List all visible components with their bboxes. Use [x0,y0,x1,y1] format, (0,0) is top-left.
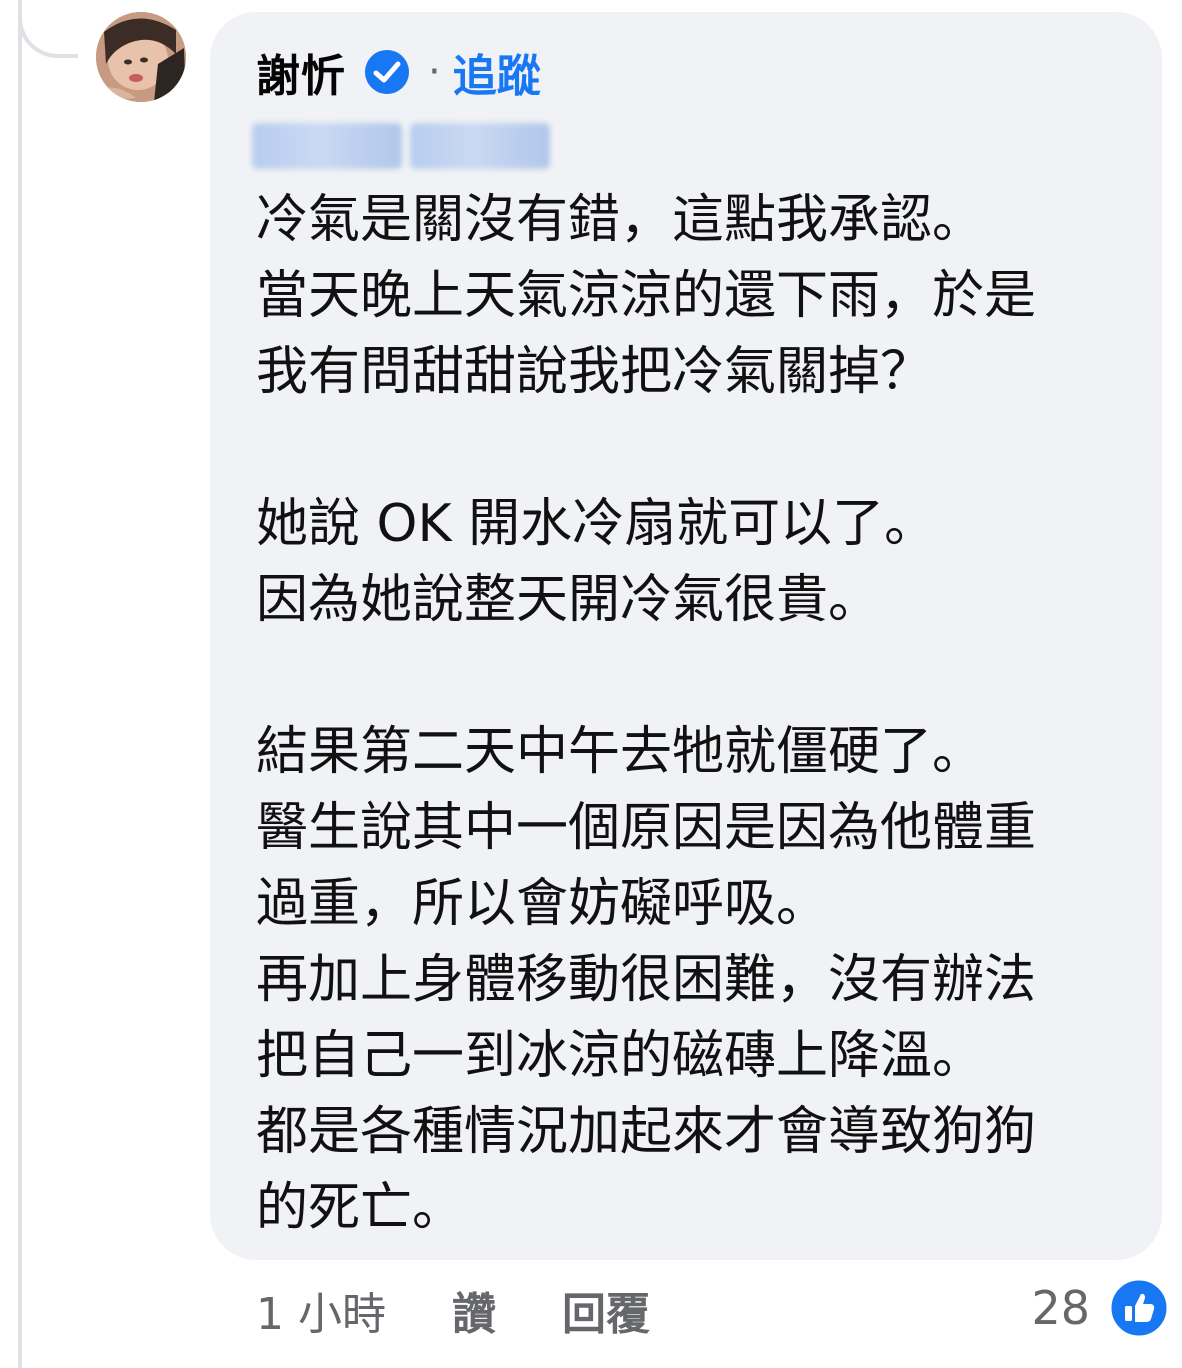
comment-line: 她說 OK 開水冷扇就可以了。 [256,494,937,554]
comment-line: 都是各種情況加起來才會導致狗狗 [256,1102,1037,1162]
comment-line: 過重，所以會妨礙呼吸。 [256,874,829,934]
thread-connector [18,0,78,58]
comment-line: 因為她說整天開冷氣很貴。 [256,570,881,630]
reaction-summary[interactable]: 28 [1031,1272,1170,1344]
comment-text: 冷氣是關沒有錯，這點我承認。 當天晚上天氣涼涼的還下雨，於是 我有問甜甜說我把冷氣關… [256,182,1136,1246]
comment-line: 的死亡。 [256,1178,465,1238]
comment-header: 謝忻 · 追蹤 [256,42,541,102]
comment-page: 謝忻 · 追蹤 冷氣是關沒有錯，這點我承認。 當天晚上天氣涼涼的還下雨，於是 我有問… [0,0,1182,1368]
reply-button[interactable]: 回覆 [562,1278,650,1342]
follow-button[interactable]: 追蹤 [453,40,541,104]
blurred-name-part [252,123,402,169]
avatar[interactable] [96,12,186,102]
avatar-photo [96,12,186,102]
author-name[interactable]: 謝忻 [256,40,346,104]
comment-line: 我有問甜甜說我把冷氣關掉？ [256,342,933,402]
comment-line: 再加上身體移動很困難，沒有辦法 [256,950,1037,1010]
comment-footer: 1 小時 讚 回覆 [256,1278,716,1342]
thread-line [18,0,22,1368]
comment-line: 結果第二天中午去牠就僵硬了。 [256,722,985,782]
timestamp[interactable]: 1 小時 [256,1278,386,1342]
comment-line: 醫生說其中一個原因是因為他體重 [256,798,1037,858]
comment-line: 當天晚上天氣涼涼的還下雨，於是 [256,266,1037,326]
verified-badge-icon [365,50,409,94]
like-button[interactable]: 讚 [452,1278,496,1342]
reaction-count: 28 [1031,1281,1090,1335]
comment-line: 冷氣是關沒有錯，這點我承認。 [256,190,985,250]
separator-dot: · [428,49,441,95]
comment-line: 把自己一到冰涼的磁磚上降溫。 [256,1026,985,1086]
mentioned-user-tag[interactable] [252,118,558,174]
thumbs-up-icon [1108,1277,1170,1339]
blurred-name-part [410,123,550,169]
